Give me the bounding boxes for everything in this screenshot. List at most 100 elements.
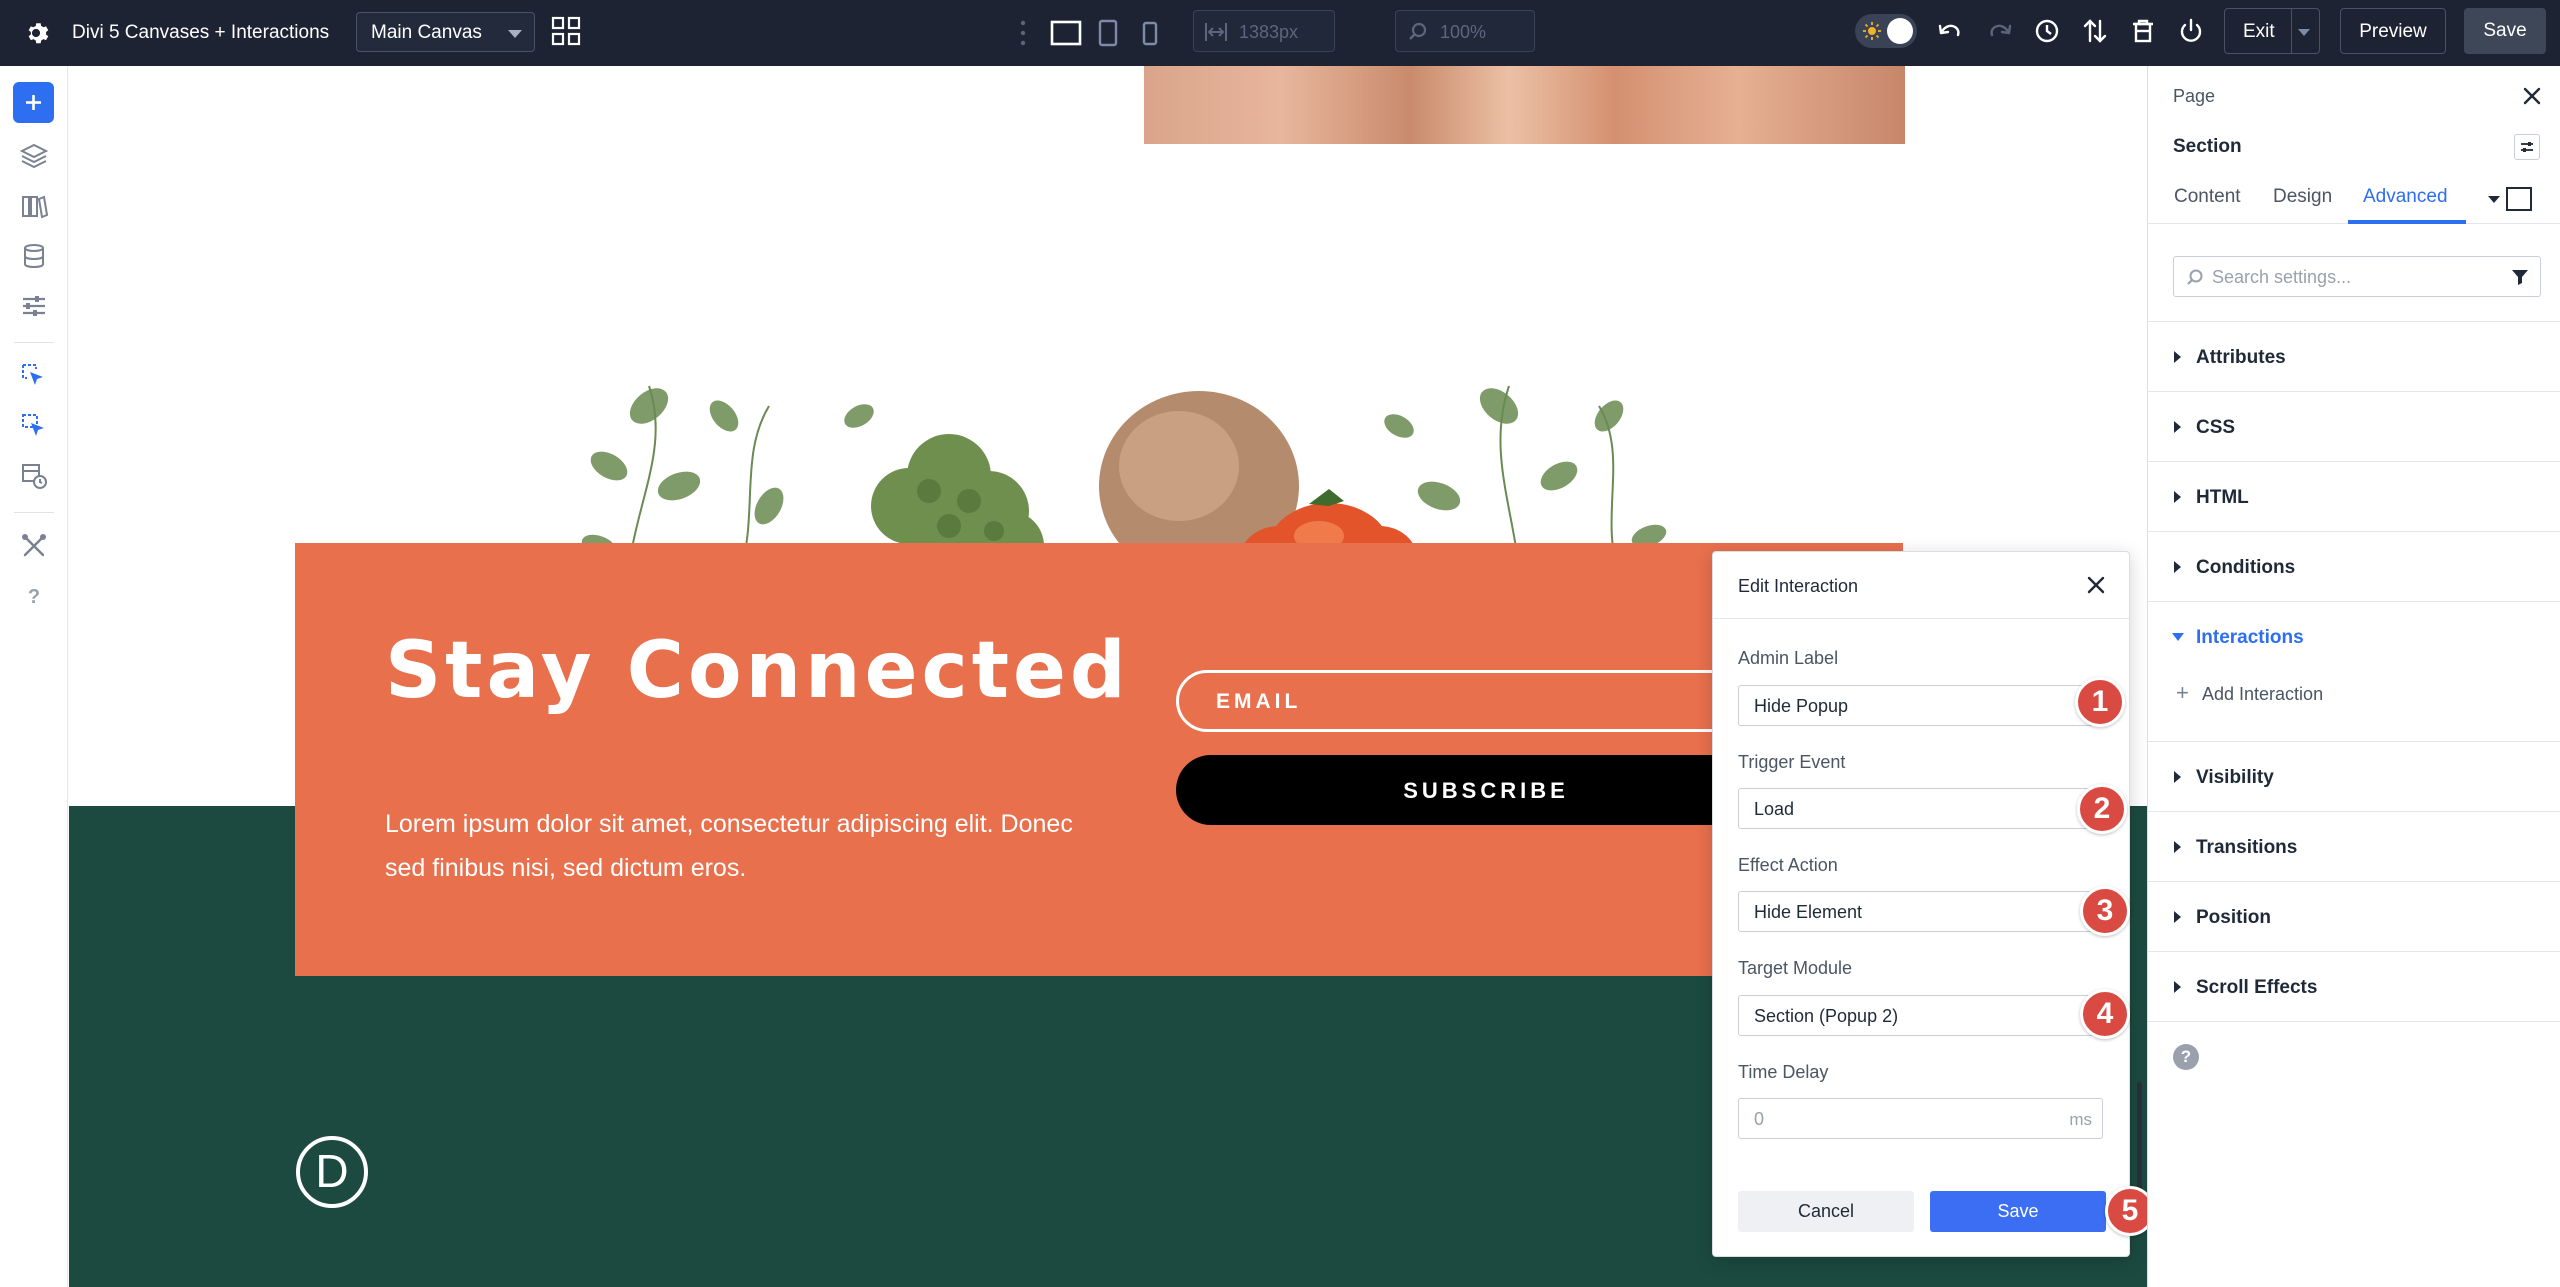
divi-logo: D [296, 1136, 368, 1208]
database-icon[interactable] [20, 242, 48, 270]
target-module-select[interactable]: Section (Popup 2) [1738, 995, 2103, 1036]
element-options-button[interactable] [2514, 134, 2540, 160]
chevron-down-icon[interactable] [2488, 196, 2500, 203]
newsletter-heading: Stay Connected [385, 626, 1130, 716]
preview-button[interactable]: Preview [2340, 8, 2446, 54]
active-tab-indicator [2348, 220, 2466, 224]
group-scroll-effects[interactable]: Scroll Effects [2148, 952, 2560, 1022]
admin-label-value: Hide Popup [1754, 696, 1849, 716]
save-button[interactable]: Save [2464, 8, 2546, 54]
group-transitions[interactable]: Transitions [2148, 812, 2560, 882]
desktop-view-icon[interactable] [1050, 18, 1082, 48]
add-interaction-button[interactable]: + Add Interaction [2176, 680, 2323, 706]
theme-toggle[interactable] [1855, 14, 1917, 48]
left-sidebar: ? [0, 66, 68, 1287]
power-icon[interactable] [2176, 16, 2206, 46]
interaction-target-icon[interactable] [20, 412, 48, 440]
group-label: Interactions [2196, 627, 2304, 648]
layers-icon[interactable] [20, 142, 48, 170]
add-module-button[interactable] [13, 82, 54, 123]
toggle-knob [1887, 18, 1913, 44]
tab-content[interactable]: Content [2174, 186, 2241, 208]
modal-title: Edit Interaction [1738, 576, 1859, 596]
edit-interaction-modal: Edit Interaction Admin Label Hide Popup … [1712, 551, 2130, 1257]
close-icon[interactable] [2522, 86, 2542, 106]
newsletter-body: Lorem ipsum dolor sit amet, consectetur … [385, 810, 1073, 882]
group-interactions[interactable]: Interactions [2148, 602, 2560, 742]
sidebar-divider [14, 512, 54, 513]
admin-label-input[interactable]: Hide Popup [1738, 685, 2103, 726]
template-clock-icon[interactable] [20, 462, 48, 490]
close-icon[interactable] [2085, 574, 2107, 596]
group-css[interactable]: CSS [2148, 392, 2560, 462]
caret-right-icon [2174, 841, 2181, 853]
chevron-down-icon [508, 30, 522, 38]
element-title: Section [2173, 136, 2242, 157]
caret-right-icon [2174, 491, 2181, 503]
sidebar-divider [14, 342, 54, 343]
redo-icon[interactable] [1984, 16, 2014, 46]
caret-right-icon [2174, 351, 2181, 363]
group-label: Transitions [2196, 837, 2298, 858]
interaction-click-icon[interactable] [20, 362, 48, 390]
help-icon[interactable]: ? [2173, 1044, 2199, 1070]
admin-label-label: Admin Label [1738, 648, 1839, 668]
undo-icon[interactable] [1936, 16, 1966, 46]
group-label: CSS [2196, 417, 2236, 438]
group-visibility[interactable]: Visibility [2148, 742, 2560, 812]
library-icon[interactable] [20, 192, 48, 220]
group-position[interactable]: Position [2148, 882, 2560, 952]
caret-right-icon [2174, 771, 2181, 783]
time-delay-label: Time Delay [1738, 1062, 1829, 1082]
time-delay-input[interactable]: 0 ms [1738, 1098, 2103, 1139]
group-html[interactable]: HTML [2148, 462, 2560, 532]
page-title: Divi 5 Canvases + Interactions [72, 22, 330, 43]
chevron-down-icon[interactable] [2298, 29, 2310, 36]
svg-text:?: ? [28, 586, 40, 608]
zoom-input[interactable]: 100% [1395, 10, 1535, 52]
tab-design[interactable]: Design [2273, 186, 2332, 208]
caret-right-icon [2174, 421, 2181, 433]
group-conditions[interactable]: Conditions [2148, 532, 2560, 602]
search-icon [2187, 269, 2203, 285]
target-module-value: Section (Popup 2) [1754, 1006, 1899, 1026]
zoom-value: 100% [1440, 22, 1487, 42]
time-delay-value: 0 [1754, 1109, 1765, 1129]
caret-right-icon [2174, 911, 2181, 923]
history-icon[interactable] [2032, 16, 2062, 46]
step-badge-3: 3 [2080, 886, 2130, 936]
canvas-width-input[interactable]: 1383px [1193, 10, 1335, 52]
phone-view-icon[interactable] [1134, 18, 1166, 48]
vegetables-illustration [581, 385, 1667, 576]
filter-icon[interactable] [2510, 267, 2530, 287]
sort-arrows-icon[interactable] [2080, 16, 2110, 46]
effect-action-select[interactable]: Hide Element [1738, 891, 2103, 932]
trigger-event-select[interactable]: Load [1738, 788, 2103, 829]
target-module-label: Target Module [1738, 958, 1853, 978]
save-interaction-button[interactable]: Save [1930, 1191, 2106, 1232]
settings-search-input[interactable]: Search settings... [2173, 256, 2541, 297]
cancel-button[interactable]: Cancel [1738, 1191, 1914, 1232]
canvas-select[interactable]: Main Canvas [356, 12, 535, 52]
tab-advanced[interactable]: Advanced [2363, 186, 2448, 208]
peaches-image [1144, 66, 1905, 144]
email-input[interactable]: EMAIL [1176, 670, 1796, 732]
search-icon [1409, 22, 1427, 40]
preset-box-icon[interactable] [2506, 187, 2532, 211]
caret-right-icon [2174, 981, 2181, 993]
more-vertical-icon[interactable] [1018, 18, 1028, 48]
plus-icon [26, 95, 41, 110]
canvas-scrollbar[interactable] [2137, 1082, 2142, 1202]
tools-icon[interactable] [20, 532, 48, 560]
tablet-view-icon[interactable] [1092, 18, 1124, 48]
exit-button[interactable]: Exit [2224, 8, 2320, 54]
canvases-grid-icon[interactable] [551, 16, 581, 46]
trash-icon[interactable] [2128, 16, 2158, 46]
group-attributes[interactable]: Attributes [2148, 322, 2560, 392]
group-label: Visibility [2196, 767, 2274, 788]
subscribe-button[interactable]: SUBSCRIBE [1176, 755, 1796, 825]
help-icon[interactable]: ? [20, 582, 48, 610]
gear-icon[interactable] [22, 19, 50, 47]
breadcrumb[interactable]: Page [2173, 86, 2215, 107]
sliders-icon[interactable] [20, 292, 48, 320]
